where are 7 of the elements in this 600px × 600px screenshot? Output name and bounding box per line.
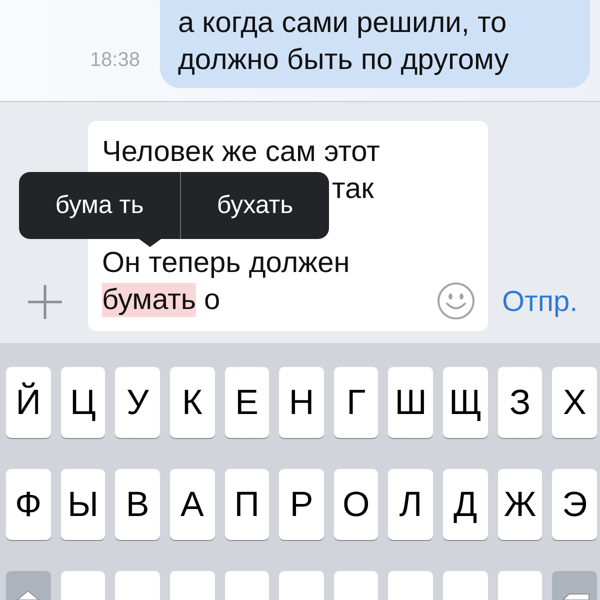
draft-text: так	[332, 174, 374, 204]
message-text: а когда сами решили, то должно быть по другому	[178, 6, 510, 78]
timestamp: 18:38	[90, 49, 140, 72]
draft-text: Он теперь должен	[102, 248, 350, 278]
misspelled-word: бумать	[102, 282, 196, 316]
draft-text: Человек же сам этот	[102, 136, 380, 166]
draft-text: о	[204, 284, 220, 314]
